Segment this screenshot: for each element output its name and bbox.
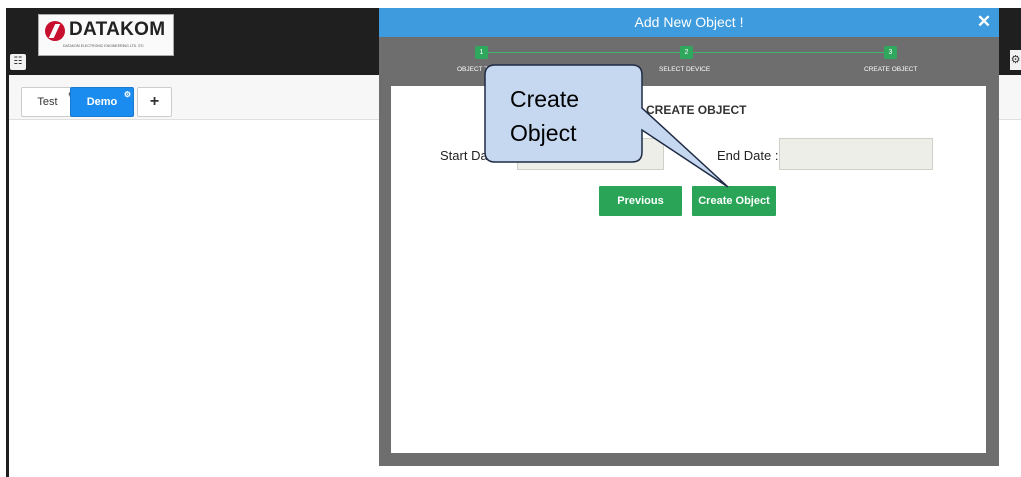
callout-bubble xyxy=(484,64,729,188)
callout-line-2: Object xyxy=(510,120,577,146)
callout-text: Create Object xyxy=(510,82,640,150)
callout-line-1: Create xyxy=(510,86,580,112)
